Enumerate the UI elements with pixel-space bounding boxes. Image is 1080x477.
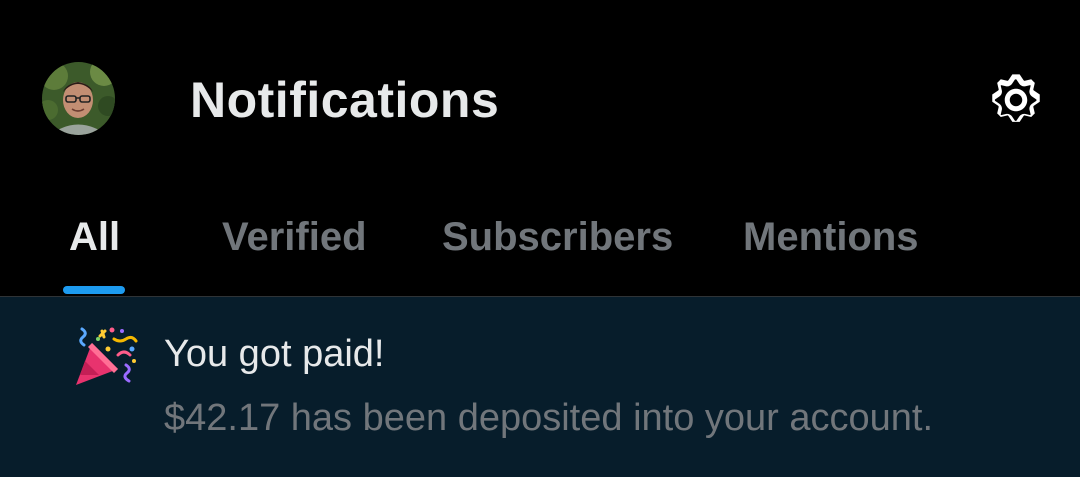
notification-tabs: All Verified Subscribers Mentions (0, 200, 1080, 296)
page-title: Notifications (190, 72, 500, 128)
notification-body: $42.17 has been deposited into your acco… (164, 397, 934, 439)
gear-icon (992, 74, 1040, 122)
profile-avatar[interactable] (42, 62, 115, 135)
tab-all[interactable]: All (69, 212, 120, 262)
notification-title: You got paid! (164, 333, 385, 375)
party-popper-icon (74, 327, 138, 387)
active-tab-indicator (63, 286, 125, 294)
top-app-bar: Notifications (0, 0, 1080, 200)
tab-mentions[interactable]: Mentions (743, 212, 919, 262)
settings-button[interactable] (986, 70, 1046, 130)
avatar-image (42, 62, 115, 135)
notification-item[interactable]: You got paid! $42.17 has been deposited … (0, 297, 1080, 477)
tab-subscribers[interactable]: Subscribers (442, 212, 673, 262)
tab-verified[interactable]: Verified (222, 212, 367, 262)
